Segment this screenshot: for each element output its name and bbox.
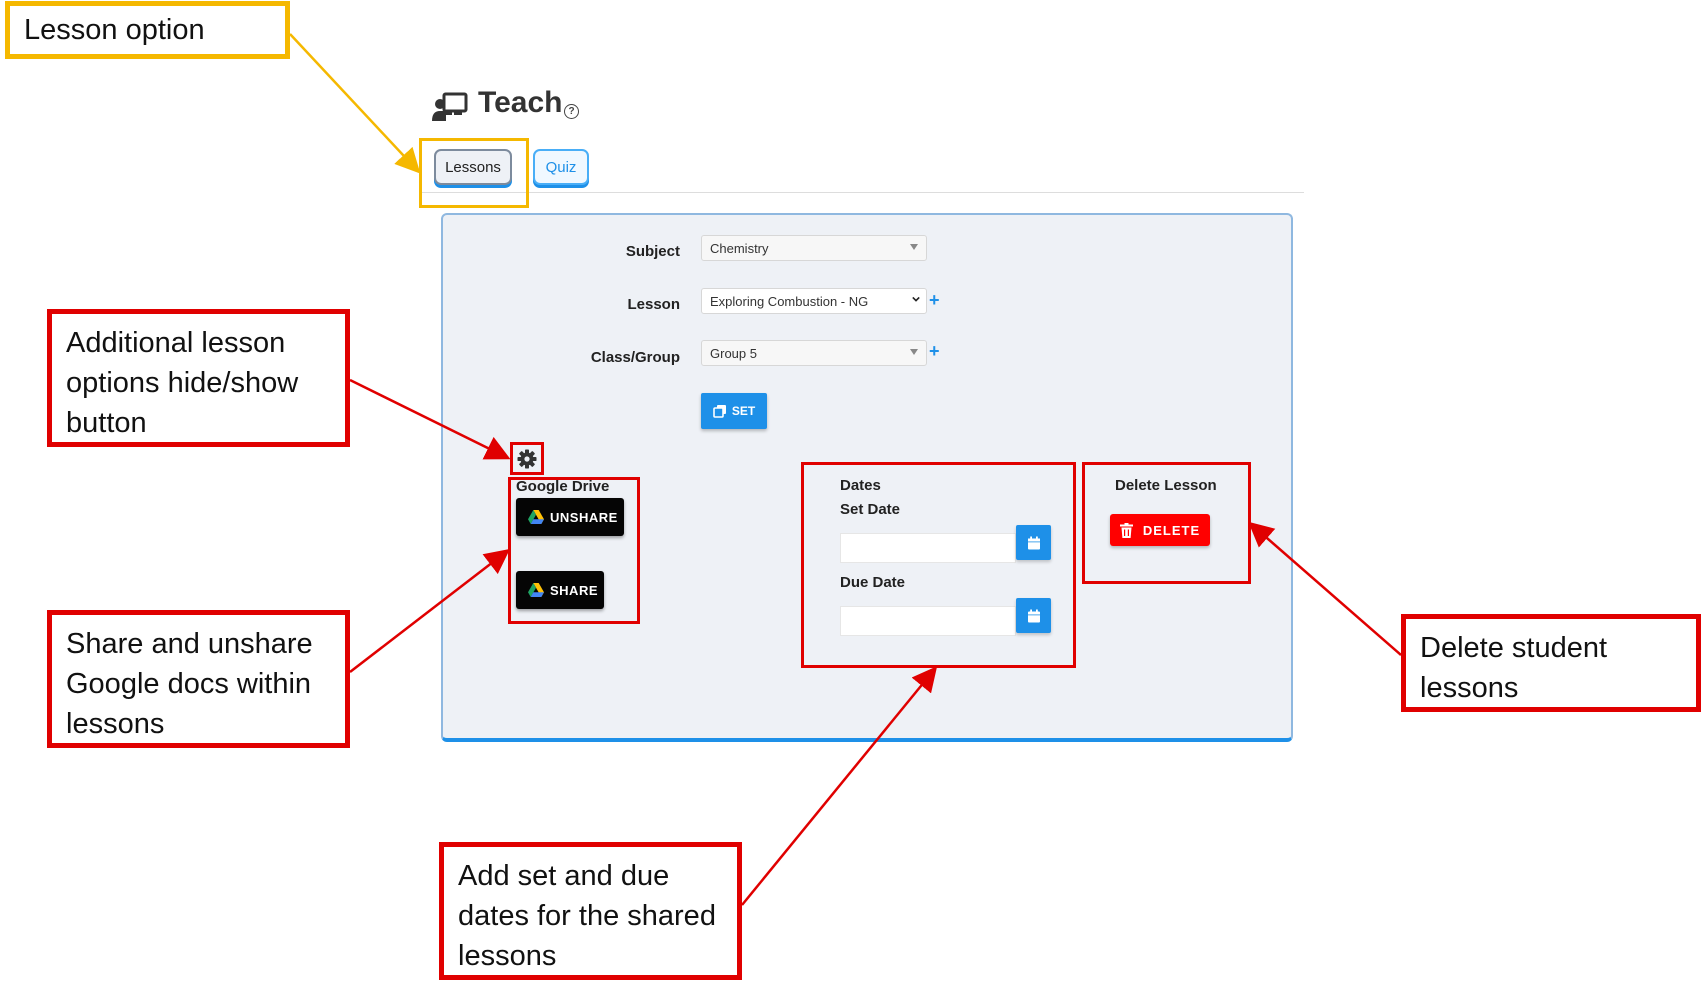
arrow-delete [1248, 521, 1402, 656]
callout-delete-line: Delete student [1420, 632, 1608, 664]
arrow-additional-options [349, 378, 511, 460]
callout-share-unshare-line: Google docs within [66, 668, 312, 700]
callout-delete: Delete student lessons [1401, 614, 1701, 712]
callout-additional-options-line: button [66, 407, 147, 439]
callout-additional-options-line: Additional lesson [66, 327, 286, 359]
callout-dates-line: lessons [458, 940, 557, 972]
callout-delete-line: lessons [1420, 672, 1519, 704]
callout-dates: Add set and due dates for the shared les… [439, 842, 742, 980]
callout-additional-options: Additional lesson options hide/show butt… [47, 309, 350, 447]
callout-dates-line: Add set and due [458, 860, 670, 892]
callout-lesson-option-text: Lesson option [24, 14, 205, 46]
arrow-dates [741, 666, 938, 906]
callout-share-unshare-line: lessons [66, 708, 165, 740]
callout-dates-line: dates for the shared [458, 900, 716, 932]
callout-share-unshare-line: Share and unshare [66, 628, 313, 660]
annotation-arrows [289, 33, 1402, 906]
callout-share-unshare: Share and unshare Google docs within les… [47, 610, 350, 748]
arrow-share-unshare [349, 548, 510, 673]
arrow-lesson-option [289, 33, 421, 174]
callout-lesson-option: Lesson option [5, 1, 290, 59]
callout-additional-options-line: options hide/show [66, 367, 299, 399]
